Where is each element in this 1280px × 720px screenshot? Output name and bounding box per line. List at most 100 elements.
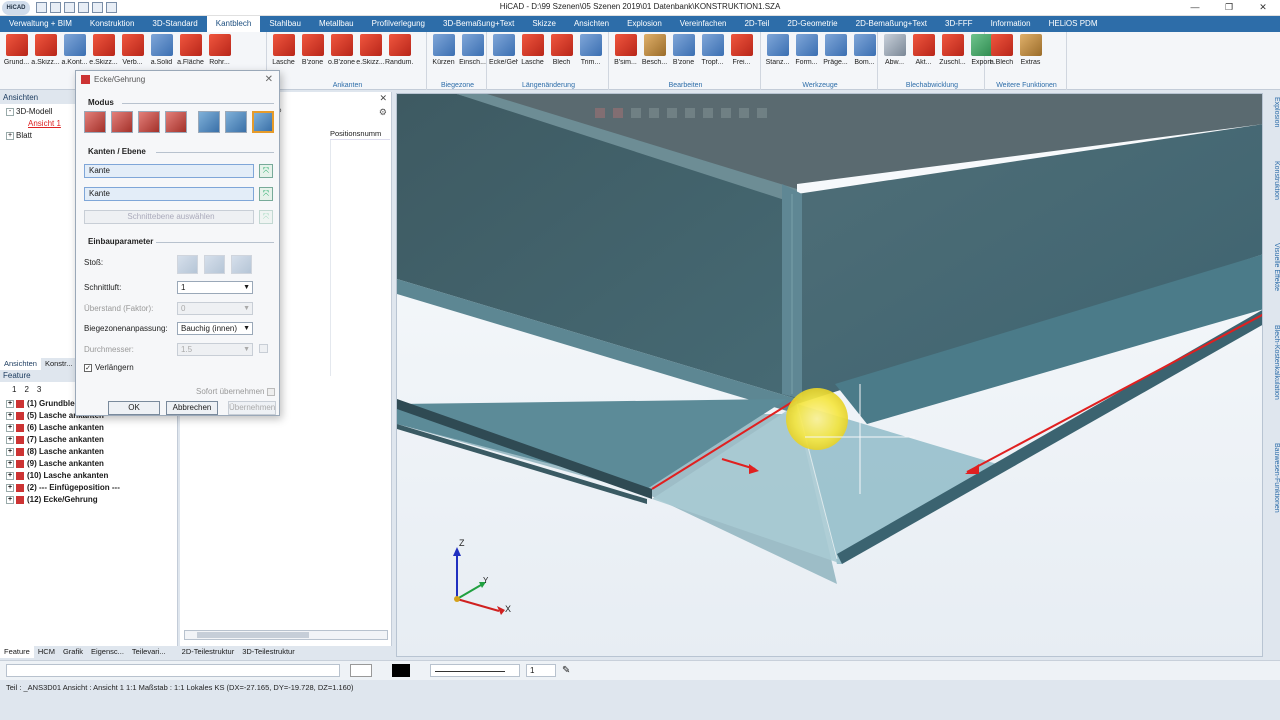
tab-explosion[interactable]: Explosion xyxy=(618,16,671,32)
ribbon-button-b-zone[interactable]: B'zone xyxy=(669,34,698,66)
expand-toggle-icon[interactable]: + xyxy=(6,423,14,432)
ribbon-button-b-sim[interactable]: B'sim... xyxy=(611,34,640,66)
maximize-button[interactable]: ❐ xyxy=(1212,0,1246,15)
settings-icon[interactable]: ⚙ xyxy=(379,107,387,118)
mode-button-7[interactable] xyxy=(252,111,274,133)
mode-button-1[interactable] xyxy=(84,111,106,133)
bottom-tab-2d-teilestruktur[interactable]: 2D-Teilestruktur xyxy=(178,646,239,658)
apply-button[interactable]: Übernehmen xyxy=(228,401,276,415)
joint-option-1[interactable] xyxy=(177,255,198,274)
edge-field-1[interactable]: Kante xyxy=(84,164,254,178)
expand-toggle-icon[interactable]: + xyxy=(6,447,14,456)
expand-toggle-icon[interactable]: + xyxy=(6,471,14,480)
feature-item[interactable]: + (2) --- Einfügeposition --- xyxy=(6,482,177,494)
viewport-hud-toolbar[interactable] xyxy=(595,108,1055,120)
tab-kantblech[interactable]: Kantblech xyxy=(206,16,261,32)
color-swatch[interactable] xyxy=(392,664,410,677)
durchmesser-select[interactable]: 1.5 ▼ xyxy=(177,343,253,356)
cancel-button[interactable]: Abbrechen xyxy=(166,401,218,415)
ribbon-button-zuschl[interactable]: Zuschl... xyxy=(938,34,967,66)
expand-toggle-icon[interactable]: + xyxy=(6,435,14,444)
tab-metallbau[interactable]: Metallbau xyxy=(310,16,363,32)
tab-3d-fff[interactable]: 3D-FFF xyxy=(936,16,982,32)
expand-toggle-icon[interactable]: + xyxy=(6,131,14,140)
schnittluft-select[interactable]: 1 ▼ xyxy=(177,281,253,294)
tab-konstruktion[interactable]: Konstruktion xyxy=(81,16,143,32)
tab-stahlbau[interactable]: Stahlbau xyxy=(260,16,310,32)
expand-toggle-icon[interactable]: + xyxy=(6,411,14,420)
pick-edge-2-button[interactable]: ⤧ xyxy=(259,187,273,201)
ribbon-button-lasche[interactable]: Lasche xyxy=(269,34,298,66)
pen-icon[interactable]: ✎ xyxy=(562,664,576,677)
edge-field-2[interactable]: Kante xyxy=(84,187,254,201)
mode-button-3[interactable] xyxy=(138,111,160,133)
ribbon-button-a-skizz[interactable]: a.Skizz... xyxy=(31,34,60,66)
verlaengern-row[interactable]: ✓ Verlängern xyxy=(84,363,134,372)
line-type-select[interactable] xyxy=(430,664,520,677)
ribbon-button-einsch[interactable]: Einsch... xyxy=(458,34,487,66)
tab-2d-teil[interactable]: 2D-Teil xyxy=(735,16,778,32)
ribbon-button-präge[interactable]: Präge... xyxy=(821,34,850,66)
ribbon-button-trim[interactable]: Trim... xyxy=(576,34,605,66)
horizontal-scrollbar[interactable] xyxy=(184,630,388,640)
ribbon-button-grund[interactable]: Grund... xyxy=(2,34,31,66)
level-1-button[interactable]: 1 xyxy=(12,385,16,398)
tab-3d-bema-ung-text[interactable]: 3D-Bemaßung+Text xyxy=(434,16,523,32)
ribbon-button-randum[interactable]: Randum... xyxy=(385,34,414,66)
bottom-tab-hcm[interactable]: HCM xyxy=(34,646,59,658)
minimize-button[interactable]: — xyxy=(1178,0,1212,15)
tab-skizze[interactable]: Skizze xyxy=(523,16,565,32)
joint-option-2[interactable] xyxy=(204,255,225,274)
tab-verwaltung-bim[interactable]: Verwaltung + BIM xyxy=(0,16,81,32)
ribbon-button-e-skizz[interactable]: e.Skizz... xyxy=(89,34,118,66)
side-tab-4[interactable]: Bauwesen-Funktionen xyxy=(1266,443,1280,513)
feature-item[interactable]: + (6) Lasche ankanten xyxy=(6,422,177,434)
side-tab-3[interactable]: Blech-Kostenkalkulation xyxy=(1266,325,1280,400)
mode-button-4[interactable] xyxy=(165,111,187,133)
ribbon-button-a-blech[interactable]: a.Blech xyxy=(987,34,1016,66)
bottom-tab-grafik[interactable]: Grafik xyxy=(59,646,87,658)
expand-toggle-icon[interactable]: + xyxy=(6,495,14,504)
ribbon-button-a-fläche[interactable]: a.Fläche xyxy=(176,34,205,66)
ribbon-button-a-kont[interactable]: a.Kont... xyxy=(60,34,89,66)
ueberstand-select[interactable]: 0 ▼ xyxy=(177,302,253,315)
tab-3d-standard[interactable]: 3D-Standard xyxy=(143,16,206,32)
joint-option-3[interactable] xyxy=(231,255,252,274)
tab-profilverlegung[interactable]: Profilverlegung xyxy=(363,16,434,32)
dialog-close-icon[interactable]: ✕ xyxy=(265,71,273,88)
level-3-button[interactable]: 3 xyxy=(37,385,41,398)
bottom-tab-teilevari-[interactable]: Teilevari... xyxy=(128,646,170,658)
line-weight-select[interactable]: 1 xyxy=(526,664,556,677)
layer-shape-icon[interactable] xyxy=(350,664,372,677)
feature-item[interactable]: + (8) Lasche ankanten xyxy=(6,446,177,458)
bottom-tab-eigensc-[interactable]: Eigensc... xyxy=(87,646,128,658)
sofort-checkbox[interactable] xyxy=(266,387,275,396)
feature-item[interactable]: + (10) Lasche ankanten xyxy=(6,470,177,482)
ribbon-button-e-skizz[interactable]: e.Skizz... xyxy=(356,34,385,66)
ribbon-button-bom[interactable]: Bom... xyxy=(850,34,879,66)
ribbon-button-tropf[interactable]: Tropf... xyxy=(698,34,727,66)
level-2-button[interactable]: 2 xyxy=(24,385,28,398)
side-tab-0[interactable]: Explosion xyxy=(1266,97,1280,127)
ribbon-button-lasche[interactable]: Lasche xyxy=(518,34,547,66)
ribbon-button-verb[interactable]: Verb... xyxy=(118,34,147,66)
pick-edge-1-button[interactable]: ⤧ xyxy=(259,164,273,178)
tab-helios-pdm[interactable]: HELiOS PDM xyxy=(1040,16,1107,32)
bottom-tab-3d-teilestruktur[interactable]: 3D-Teilestruktur xyxy=(238,646,299,658)
feature-item[interactable]: + (7) Lasche ankanten xyxy=(6,434,177,446)
cut-plane-field[interactable]: Schnittebene auswählen xyxy=(84,210,254,224)
tab-konstruktion[interactable]: Konstr... xyxy=(41,358,77,370)
ribbon-button-akt[interactable]: Akt... xyxy=(909,34,938,66)
tab-2d-bema-ung-text[interactable]: 2D-Bemaßung+Text xyxy=(847,16,936,32)
tab-2d-geometrie[interactable]: 2D-Geometrie xyxy=(778,16,846,32)
tab-ansichten[interactable]: Ansichten xyxy=(0,358,41,370)
tab-vereinfachen[interactable]: Vereinfachen xyxy=(671,16,736,32)
ribbon-button-blech[interactable]: Blech xyxy=(547,34,576,66)
ribbon-button-extras[interactable]: Extras xyxy=(1016,34,1045,66)
panel-close-icon[interactable]: ✕ xyxy=(379,93,387,104)
command-input[interactable] xyxy=(6,664,340,677)
ribbon-button-rohr[interactable]: Rohr... xyxy=(205,34,234,66)
mode-button-2[interactable] xyxy=(111,111,133,133)
ribbon-button-b-zone[interactable]: B'zone xyxy=(298,34,327,66)
tab-ansichten[interactable]: Ansichten xyxy=(565,16,618,32)
